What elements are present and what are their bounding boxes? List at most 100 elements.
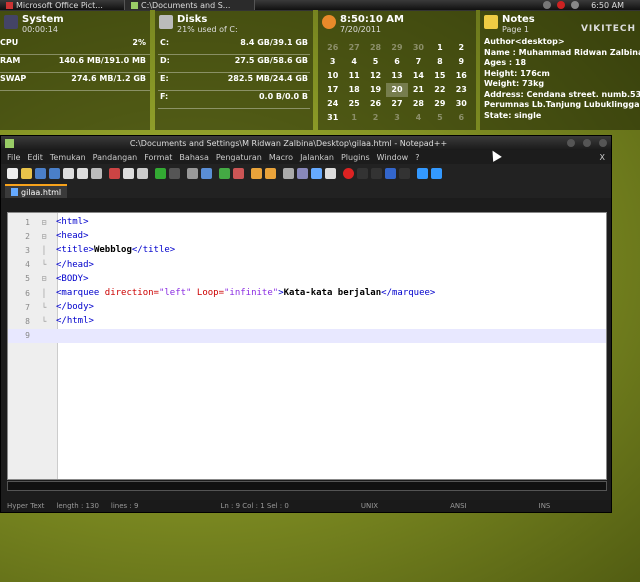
calendar-day[interactable]: 2 bbox=[365, 111, 386, 125]
calendar-day[interactable]: 28 bbox=[365, 41, 386, 55]
calendar-day[interactable]: 4 bbox=[343, 55, 364, 69]
code-line[interactable]: 8 └ </html> bbox=[8, 314, 606, 328]
zoom-in-icon[interactable] bbox=[219, 167, 230, 179]
close-file-icon[interactable] bbox=[63, 167, 74, 179]
open-folder-icon[interactable] bbox=[21, 167, 32, 179]
code-line[interactable]: 4 └ </head> bbox=[8, 258, 606, 272]
tray-clock[interactable]: 6:50 AM bbox=[591, 1, 624, 10]
calendar-day[interactable]: 23 bbox=[451, 83, 472, 97]
menu-item-format[interactable]: Format bbox=[144, 153, 172, 162]
indent-guide-icon[interactable] bbox=[311, 167, 322, 179]
paste-icon[interactable] bbox=[137, 167, 148, 179]
calendar-day[interactable]: 6 bbox=[386, 55, 407, 69]
shield-icon[interactable] bbox=[557, 1, 566, 9]
calendar-day[interactable]: 27 bbox=[343, 41, 364, 55]
calendar-day[interactable]: 14 bbox=[408, 69, 429, 83]
calendar-day[interactable]: 18 bbox=[343, 83, 364, 97]
udl-icon[interactable] bbox=[325, 167, 336, 179]
fold-marker[interactable]: └ bbox=[36, 303, 52, 312]
arrow-up-icon[interactable] bbox=[431, 167, 442, 179]
calendar-day[interactable]: 25 bbox=[343, 97, 364, 111]
minimize-button[interactable] bbox=[567, 139, 575, 147]
volume-icon[interactable] bbox=[571, 1, 580, 9]
calendar-day[interactable]: 9 bbox=[451, 55, 472, 69]
calendar-day[interactable]: 20 bbox=[386, 83, 408, 97]
tab-gilaa-html[interactable]: gilaa.html bbox=[5, 184, 68, 198]
notes-page[interactable]: Page 1 bbox=[502, 25, 535, 34]
menu-item-help[interactable]: ? bbox=[415, 153, 419, 162]
run-macro-multiple-icon[interactable] bbox=[385, 167, 396, 179]
stop-macro-icon[interactable] bbox=[357, 167, 368, 179]
fold-marker[interactable]: ⊟ bbox=[36, 218, 52, 227]
calendar-day[interactable]: 30 bbox=[451, 97, 472, 111]
record-macro-icon[interactable] bbox=[343, 167, 354, 179]
fold-marker[interactable]: │ bbox=[36, 246, 52, 255]
calendar-day[interactable]: 17 bbox=[322, 83, 343, 97]
save-all-icon[interactable] bbox=[49, 167, 60, 179]
menu-item-macro[interactable]: Macro bbox=[269, 153, 293, 162]
tidy-icon[interactable] bbox=[417, 167, 428, 179]
undo-icon[interactable] bbox=[155, 167, 166, 179]
sync-vertical-icon[interactable] bbox=[251, 167, 262, 179]
code-line[interactable]: 9 bbox=[8, 328, 606, 343]
calendar-day[interactable]: 29 bbox=[429, 97, 450, 111]
calendar-day[interactable]: 26 bbox=[365, 97, 386, 111]
fold-marker[interactable]: └ bbox=[36, 317, 52, 326]
calendar-day[interactable]: 11 bbox=[343, 69, 364, 83]
calendar-day[interactable]: 30 bbox=[408, 41, 429, 55]
code-line[interactable]: 2 ⊟ <head> bbox=[8, 229, 606, 243]
close-button[interactable] bbox=[599, 139, 607, 147]
horizontal-scrollbar[interactable] bbox=[7, 481, 607, 491]
copy-icon[interactable] bbox=[123, 167, 134, 179]
save-icon[interactable] bbox=[35, 167, 46, 179]
close-document-button[interactable]: X bbox=[600, 153, 605, 162]
calendar-day[interactable]: 29 bbox=[386, 41, 407, 55]
code-line[interactable]: 6 │ <marquee direction="left" Loop="infini… bbox=[8, 286, 606, 300]
word-wrap-icon[interactable] bbox=[283, 167, 294, 179]
menu-item-pandangan[interactable]: Pandangan bbox=[93, 153, 138, 162]
taskbar-item-notepad[interactable]: C:\Documents and S... bbox=[125, 0, 255, 10]
menu-item-window[interactable]: Window bbox=[377, 153, 409, 162]
fold-marker[interactable]: ⊟ bbox=[36, 232, 52, 241]
code-line[interactable]: 3 │ <title>Webblog</title> bbox=[8, 243, 606, 257]
replace-icon[interactable] bbox=[201, 167, 212, 179]
calendar-day[interactable]: 21 bbox=[408, 83, 429, 97]
calendar-day[interactable]: 16 bbox=[451, 69, 472, 83]
network-icon[interactable] bbox=[543, 1, 552, 9]
code-line[interactable]: 7 └ </body> bbox=[8, 300, 606, 314]
sync-horizontal-icon[interactable] bbox=[265, 167, 276, 179]
calendar-day[interactable]: 22 bbox=[429, 83, 450, 97]
menu-item-temukan[interactable]: Temukan bbox=[50, 153, 86, 162]
taskbar-item-office-picture[interactable]: Microsoft Office Pict... bbox=[0, 0, 125, 10]
menu-item-edit[interactable]: Edit bbox=[27, 153, 43, 162]
code-editor[interactable]: 1 ⊟ <html> 2 ⊟ <head> 3 │ <title>Webblog</title>… bbox=[7, 212, 607, 480]
find-icon[interactable] bbox=[187, 167, 198, 179]
calendar-day[interactable]: 4 bbox=[408, 111, 429, 125]
menu-item-file[interactable]: File bbox=[7, 153, 20, 162]
calendar-day[interactable]: 26 bbox=[322, 41, 343, 55]
zoom-out-icon[interactable] bbox=[233, 167, 244, 179]
calendar-day[interactable]: 13 bbox=[386, 69, 407, 83]
menu-item-plugins[interactable]: Plugins bbox=[341, 153, 370, 162]
calendar-day[interactable]: 3 bbox=[322, 55, 343, 69]
show-all-characters-icon[interactable] bbox=[297, 167, 308, 179]
fold-marker[interactable]: ⊟ bbox=[36, 274, 52, 283]
save-macro-icon[interactable] bbox=[399, 167, 410, 179]
calendar-day[interactable]: 19 bbox=[365, 83, 386, 97]
new-file-icon[interactable] bbox=[7, 167, 18, 179]
calendar-day[interactable]: 1 bbox=[343, 111, 364, 125]
calendar-day[interactable]: 5 bbox=[365, 55, 386, 69]
calendar-day[interactable]: 12 bbox=[365, 69, 386, 83]
close-all-icon[interactable] bbox=[77, 167, 88, 179]
window-titlebar[interactable]: C:\Documents and Settings\M Ridwan Zalbi… bbox=[1, 136, 611, 150]
calendar-day[interactable]: 5 bbox=[429, 111, 450, 125]
redo-icon[interactable] bbox=[169, 167, 180, 179]
calendar-day[interactable]: 15 bbox=[429, 69, 450, 83]
calendar-day[interactable]: 24 bbox=[322, 97, 343, 111]
calendar-day[interactable]: 3 bbox=[386, 111, 407, 125]
code-line[interactable]: 1 ⊟ <html> bbox=[8, 215, 606, 229]
cut-icon[interactable] bbox=[109, 167, 120, 179]
menu-item-bahasa[interactable]: Bahasa bbox=[179, 153, 208, 162]
calendar-day[interactable]: 8 bbox=[429, 55, 450, 69]
fold-marker[interactable]: │ bbox=[36, 289, 52, 298]
